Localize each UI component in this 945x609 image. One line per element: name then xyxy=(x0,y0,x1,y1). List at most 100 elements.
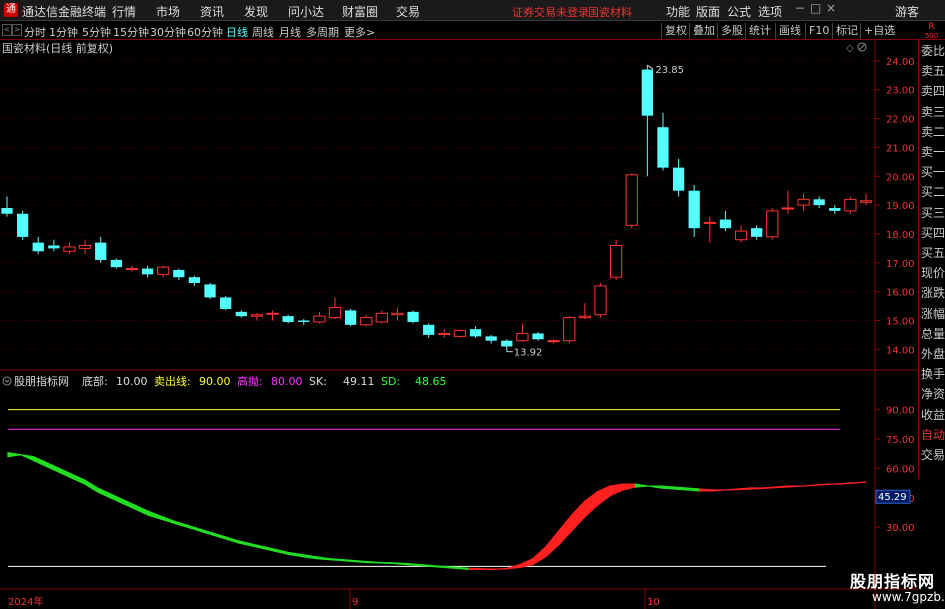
time-label-year: 2024年 xyxy=(8,595,43,608)
side-panel-item[interactable]: 卖三 xyxy=(921,103,945,120)
adjust-button[interactable]: 复权 xyxy=(661,23,690,39)
ribbon-segment xyxy=(109,492,124,505)
period-multi[interactable]: 多周期 xyxy=(306,24,339,40)
side-panel-item[interactable]: 涨幅 xyxy=(921,305,945,322)
ribbon-segment xyxy=(45,461,60,474)
side-panel-item[interactable]: 自动 xyxy=(921,426,945,443)
side-panel-item[interactable]: 换手 xyxy=(921,365,945,382)
side-panel-item[interactable]: 净资 xyxy=(921,385,945,402)
candle-body xyxy=(766,210,779,238)
ribbon-segment xyxy=(327,557,342,562)
period-intraday[interactable]: 分时 xyxy=(24,24,46,40)
side-panel-item[interactable]: 总量 xyxy=(921,325,945,342)
candle-body xyxy=(734,230,748,241)
side-panel-item[interactable]: 卖四 xyxy=(921,82,945,99)
candle-body xyxy=(813,199,825,206)
ribbon-segment xyxy=(711,489,726,492)
side-panel-item[interactable]: 委比 xyxy=(921,42,945,59)
menu-quotes[interactable]: 行情 xyxy=(112,3,136,20)
period-weekly[interactable]: 周线 xyxy=(252,24,274,40)
indicator-tick-label: 90.00 xyxy=(886,406,915,417)
f10-button[interactable]: F10 xyxy=(805,23,832,39)
nav-next-icon[interactable]: > xyxy=(12,24,22,36)
menu-trade[interactable]: 交易 xyxy=(396,3,420,20)
period-60min[interactable]: 60分钟 xyxy=(187,24,223,40)
side-panel-item[interactable]: 买五 xyxy=(921,244,945,261)
low-price-label: 13.92 xyxy=(514,348,543,359)
menu-layout[interactable]: 版面 xyxy=(696,3,720,20)
menu-news[interactable]: 资讯 xyxy=(200,3,224,20)
candle-body xyxy=(453,330,467,337)
candle-body xyxy=(32,242,44,252)
watermark-title: 股朋指标网 xyxy=(850,572,936,591)
watermark-url: www.7gpzb.com xyxy=(872,590,945,604)
candle-body xyxy=(672,167,685,191)
side-panel-item[interactable]: 买一 xyxy=(921,163,945,180)
guest-user[interactable]: 游客 xyxy=(895,3,919,20)
side-panel-item[interactable]: 卖五 xyxy=(921,62,945,79)
side-panel-item[interactable]: 收益 xyxy=(921,406,945,423)
menu-function[interactable]: 功能 xyxy=(666,3,690,20)
menu-options[interactable]: 选项 xyxy=(758,3,782,20)
period-daily[interactable]: 日线 xyxy=(226,24,248,40)
period-30min[interactable]: 30分钟 xyxy=(150,24,186,40)
candle-body xyxy=(220,297,232,309)
side-panel-item[interactable]: 涨跌 xyxy=(921,284,945,301)
title-bar: 通 通达信金融终端 行情 市场 资讯 发现 问小达 财富圈 交易 证券交易未登录… xyxy=(0,0,945,21)
main-chart-expand-icon[interactable]: ◇ xyxy=(846,43,854,54)
side-panel-item[interactable]: 现价 xyxy=(921,264,945,281)
indicator-param-label: SD: xyxy=(381,375,400,388)
price-tick-label: 15.00 xyxy=(886,317,915,328)
menu-discover[interactable]: 发现 xyxy=(244,3,268,20)
ribbon-segment xyxy=(122,498,137,511)
nav-prev-icon[interactable]: < xyxy=(2,24,12,36)
ribbon-segment xyxy=(212,532,227,540)
add-watchlist-button[interactable]: +自选 xyxy=(860,23,898,39)
price-tick-label: 21.00 xyxy=(886,143,915,154)
side-panel-item[interactable]: 卖二 xyxy=(921,123,945,140)
menu-formula[interactable]: 公式 xyxy=(727,3,751,20)
close-icon[interactable]: × xyxy=(826,1,836,15)
candle-body xyxy=(328,307,342,319)
candle-body xyxy=(173,270,185,278)
period-monthly[interactable]: 月线 xyxy=(279,24,301,40)
ribbon-segment xyxy=(839,482,854,485)
menu-market[interactable]: 市场 xyxy=(156,3,180,20)
candle-body xyxy=(95,242,107,260)
menu-ask[interactable]: 问小达 xyxy=(288,3,324,20)
minimize-icon[interactable]: − xyxy=(795,1,805,15)
overlay-button[interactable]: 叠加 xyxy=(689,23,718,39)
indicator-name[interactable]: 股朋指标网 xyxy=(14,374,69,388)
side-panel-item[interactable]: 交易 xyxy=(921,446,945,463)
period-more[interactable]: 更多> xyxy=(344,24,375,40)
side-panel-item[interactable]: 买三 xyxy=(921,204,945,221)
draw-line-button[interactable]: 画线 xyxy=(775,23,804,39)
period-15min[interactable]: 15分钟 xyxy=(113,24,149,40)
chart-area[interactable]: 国瓷材料(日线 前复权) ◇ 24.00 23.00 22.00 21.00 20.00… xyxy=(0,40,918,609)
ribbon-segment xyxy=(455,566,470,570)
ribbon-segment xyxy=(378,561,393,565)
side-panel-item[interactable]: 买四 xyxy=(921,224,945,241)
period-5min[interactable]: 5分钟 xyxy=(82,24,111,40)
side-panel-item[interactable]: 买二 xyxy=(921,183,945,200)
mark-button[interactable]: 标记 xyxy=(832,23,861,39)
ribbon-segment xyxy=(365,560,380,564)
menu-wealth-circle[interactable]: 财富圈 xyxy=(342,3,378,20)
trade-login-alert[interactable]: 证券交易未登录 xyxy=(512,4,589,20)
statistics-button[interactable]: 统计 xyxy=(745,23,774,39)
indicator-settings-icon[interactable] xyxy=(2,376,12,386)
candlestick xyxy=(204,283,216,299)
side-panel-item[interactable]: 外盘 xyxy=(921,345,945,362)
indicator-param-value: 49.11 xyxy=(343,375,375,388)
ribbon-segment xyxy=(7,452,21,458)
period-1min[interactable]: 1分钟 xyxy=(49,24,78,40)
side-panel-item[interactable]: 卖一 xyxy=(921,143,945,160)
maximize-icon[interactable]: □ xyxy=(810,1,821,15)
indicator-tick-label: 30.00 xyxy=(886,523,915,534)
ribbon-segment xyxy=(391,562,406,566)
indicator-param-label: 底部: xyxy=(82,374,108,388)
multi-stock-button[interactable]: 多股 xyxy=(717,23,746,39)
candle-body xyxy=(266,312,279,315)
current-stock-name[interactable]: 国瓷材料 xyxy=(588,4,632,20)
ribbon-segment xyxy=(148,510,163,521)
